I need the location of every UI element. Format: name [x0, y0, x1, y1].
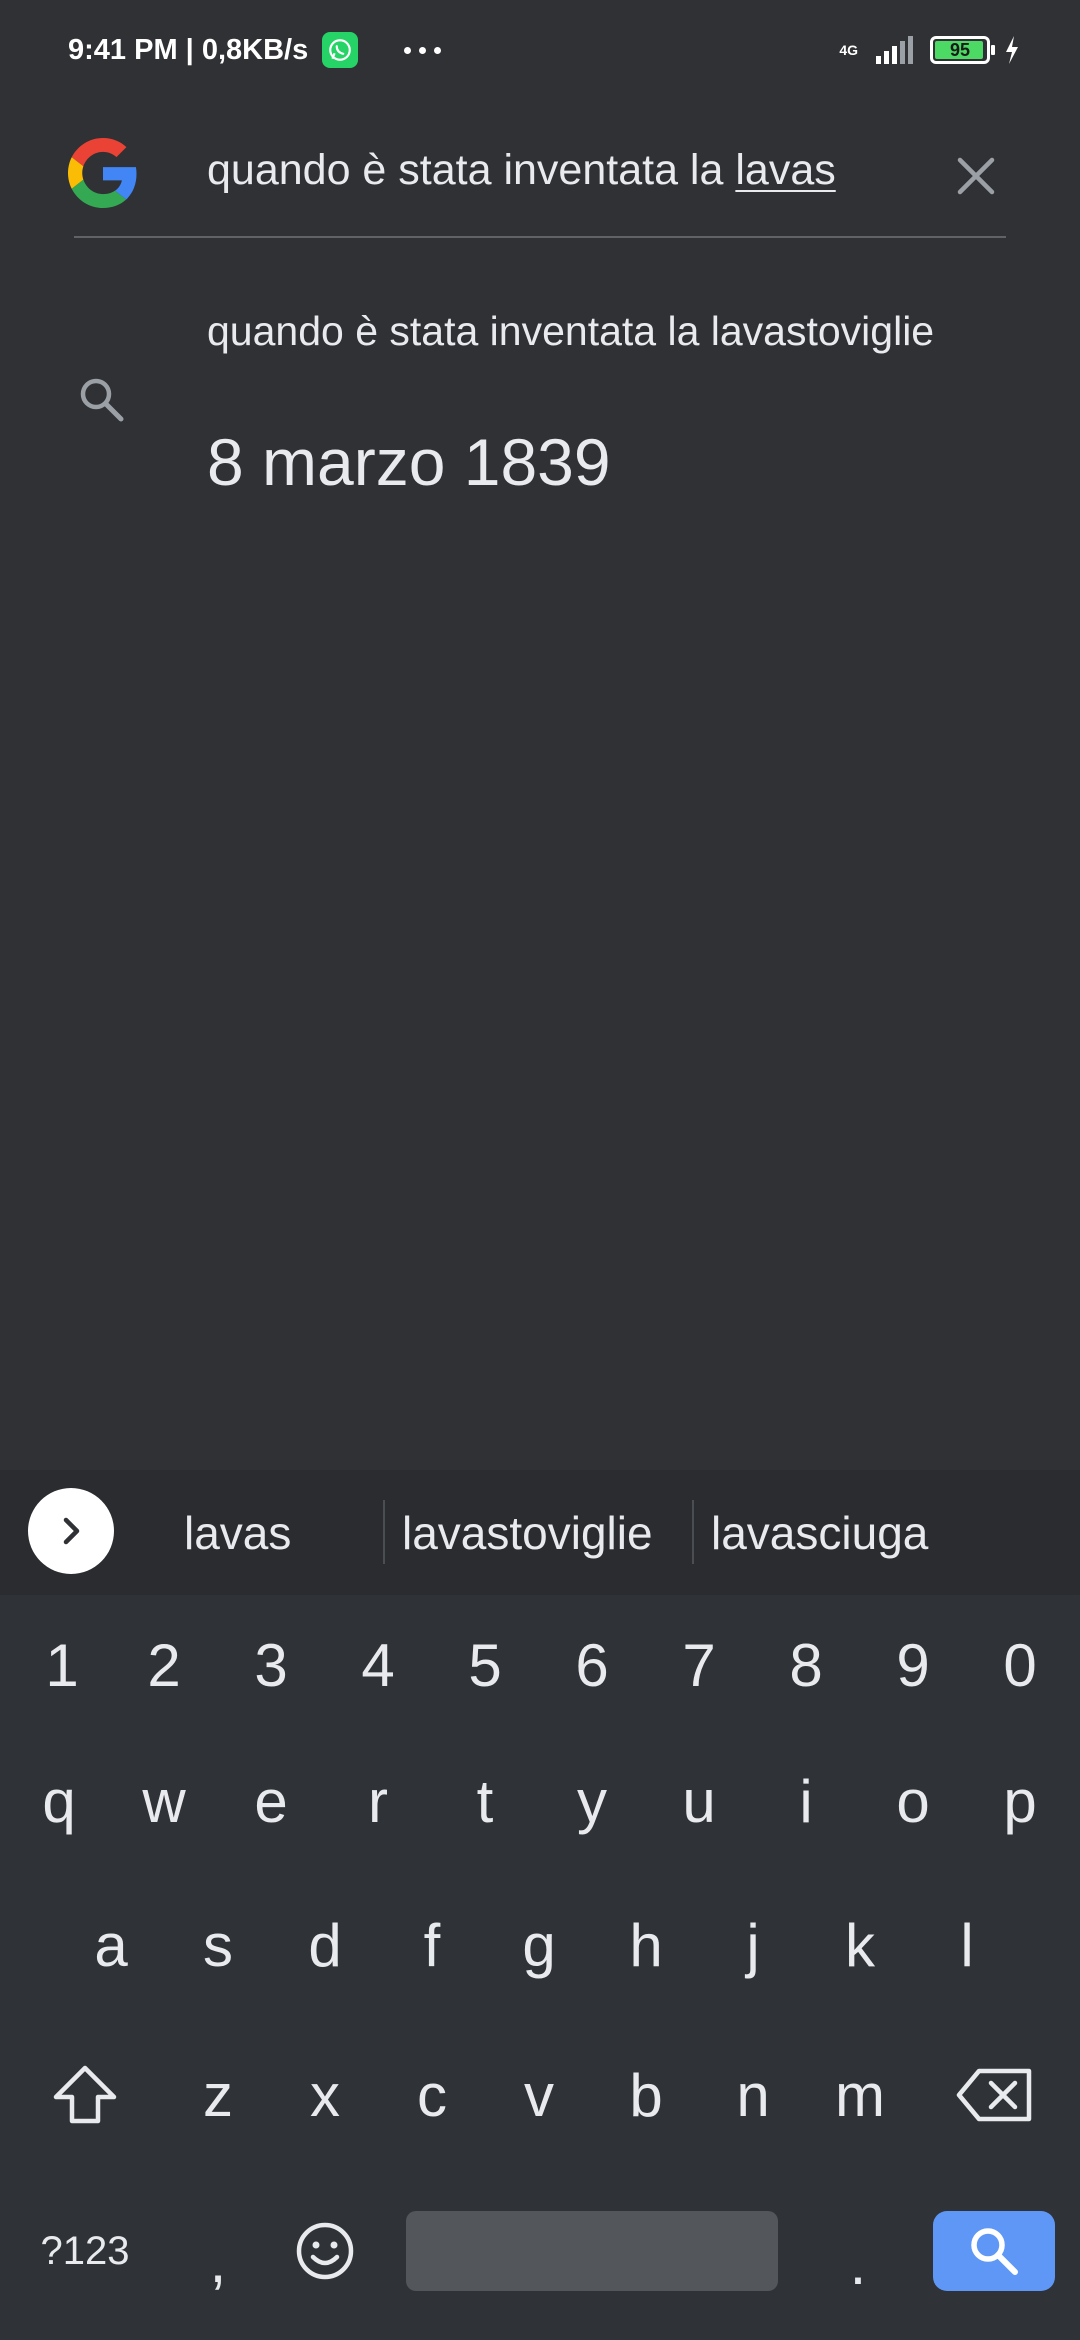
suggestion-query: quando è stata inventata la lavastovigli…	[207, 308, 935, 354]
status-right: 4G 95	[839, 36, 1020, 64]
key-b[interactable]: b	[593, 2025, 699, 2165]
suggestion-answer: 8 marzo 1839	[207, 425, 611, 499]
query-composing-word: lavas	[735, 146, 836, 194]
key-l[interactable]: l	[914, 1875, 1020, 2015]
suggestion-item[interactable]: quando è stata inventata la lavastovigli…	[0, 300, 1080, 520]
period-key[interactable]: .	[805, 2181, 911, 2321]
key-3[interactable]: 3	[218, 1595, 324, 1735]
key-m[interactable]: m	[807, 2025, 913, 2165]
shift-key[interactable]	[30, 2025, 140, 2165]
key-w[interactable]: w	[111, 1731, 217, 1871]
screen: 9:41 PM | 0,8KB/s 4G 95 quando è stata i…	[0, 0, 1080, 2340]
keyboard-suggestion[interactable]: lavastoviglie	[402, 1506, 653, 1560]
google-logo-icon[interactable]	[68, 138, 138, 208]
key-2[interactable]: 2	[111, 1595, 217, 1735]
key-x[interactable]: x	[272, 2025, 378, 2165]
keyboard: 1 2 3 4 5 6 7 8 9 0 q w e r t y u i o p …	[0, 1595, 1080, 2340]
key-4[interactable]: 4	[325, 1595, 431, 1735]
status-time: 9:41 PM | 0,8KB/s	[68, 33, 309, 66]
backspace-icon	[956, 2068, 1032, 2122]
status-bar: 9:41 PM | 0,8KB/s 4G 95	[0, 0, 1080, 100]
key-j[interactable]: j	[700, 1875, 806, 2015]
symbols-key[interactable]: ?123	[20, 2181, 150, 2321]
key-e[interactable]: e	[218, 1731, 324, 1871]
key-q[interactable]: q	[4, 1731, 114, 1871]
charging-icon	[1006, 36, 1018, 64]
key-a[interactable]: a	[58, 1875, 164, 2015]
battery-icon: 95	[930, 36, 995, 64]
battery-level: 95	[949, 39, 971, 60]
network-type: 4G	[839, 42, 858, 58]
key-k[interactable]: k	[807, 1875, 913, 2015]
key-n[interactable]: n	[700, 2025, 806, 2165]
key-f[interactable]: f	[379, 1875, 485, 2015]
keyboard-suggestion[interactable]: lavas	[184, 1506, 291, 1560]
key-d[interactable]: d	[272, 1875, 378, 2015]
key-y[interactable]: y	[539, 1731, 645, 1871]
clear-icon[interactable]	[948, 148, 1004, 204]
key-p[interactable]: p	[967, 1731, 1073, 1871]
key-8[interactable]: 8	[753, 1595, 859, 1735]
key-5[interactable]: 5	[432, 1595, 538, 1735]
header-divider	[74, 236, 1006, 238]
search-icon	[80, 378, 124, 422]
key-r[interactable]: r	[325, 1731, 431, 1871]
key-1[interactable]: 1	[4, 1595, 120, 1735]
key-z[interactable]: z	[165, 2025, 271, 2165]
letter-row-1: q w e r t y u i o p	[0, 1731, 1080, 1871]
key-u[interactable]: u	[646, 1731, 752, 1871]
key-c[interactable]: c	[379, 2025, 485, 2165]
key-t[interactable]: t	[432, 1731, 538, 1871]
keyboard-suggestion[interactable]: lavasciuga	[711, 1506, 928, 1560]
keyboard-suggestion-strip: lavas lavastoviglie lavasciuga	[0, 1470, 1080, 1595]
key-v[interactable]: v	[486, 2025, 592, 2165]
emoji-icon	[296, 2222, 354, 2280]
whatsapp-icon	[322, 32, 359, 68]
search-icon	[971, 2228, 1018, 2275]
chevron-right-icon	[63, 1517, 80, 1545]
key-0[interactable]: 0	[967, 1595, 1073, 1735]
search-input[interactable]: quando è stata inventata la lavas	[207, 146, 836, 195]
expand-toolbar-button[interactable]	[28, 1488, 114, 1574]
backspace-key[interactable]	[935, 2025, 1055, 2165]
key-g[interactable]: g	[486, 1875, 592, 2015]
key-h[interactable]: h	[593, 1875, 699, 2015]
letter-row-2: a s d f g h j k l	[0, 1875, 1080, 2015]
key-7[interactable]: 7	[646, 1595, 752, 1735]
suggestion-divider	[692, 1500, 694, 1564]
key-9[interactable]: 9	[860, 1595, 966, 1735]
letter-row-3: z x c v b n m	[0, 2025, 1080, 2165]
status-left: 9:41 PM | 0,8KB/s	[68, 32, 442, 68]
query-prefix: quando è stata inventata la	[207, 146, 736, 194]
emoji-key[interactable]	[272, 2181, 378, 2321]
comma-key[interactable]: ,	[165, 2181, 271, 2321]
key-s[interactable]: s	[165, 1875, 271, 2015]
signal-icon	[876, 36, 913, 64]
more-notifications-icon	[404, 46, 442, 54]
number-row: 1 2 3 4 5 6 7 8 9 0	[0, 1595, 1080, 1735]
space-key[interactable]	[406, 2211, 778, 2291]
search-header: quando è stata inventata la lavas	[0, 120, 1080, 240]
search-key[interactable]	[933, 2211, 1055, 2291]
key-o[interactable]: o	[860, 1731, 966, 1871]
shift-icon	[53, 2065, 117, 2124]
key-6[interactable]: 6	[539, 1595, 645, 1735]
key-i[interactable]: i	[753, 1731, 859, 1871]
suggestion-divider	[383, 1500, 385, 1564]
